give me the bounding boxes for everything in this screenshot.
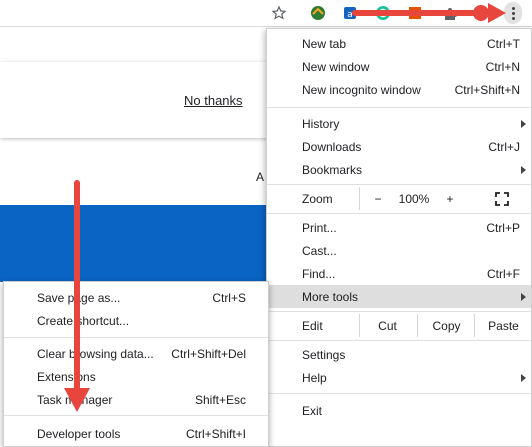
extension-icon-3[interactable] (374, 4, 392, 22)
menu-item-label: New window (302, 59, 370, 74)
menu-item-label: Developer tools (37, 426, 121, 441)
star-icon[interactable] (270, 4, 288, 22)
menu-item-label: Downloads (302, 139, 362, 154)
menu-item-history[interactable]: History (267, 112, 531, 135)
menu-item-label: More tools (302, 289, 359, 304)
menu-item-shortcut: Ctrl+N (485, 59, 520, 74)
menu-item-downloads[interactable]: Downloads Ctrl+J (267, 135, 531, 158)
menu-item-label: Task manager (37, 392, 113, 407)
zoom-level: 100% (398, 191, 430, 206)
menu-item-label: Edit (302, 318, 323, 333)
menu-item-label: Print... (302, 220, 337, 235)
menu-item-task-manager[interactable]: Task manager Shift+Esc (4, 388, 268, 411)
menu-item-help[interactable]: Help (267, 366, 531, 389)
menu-separator (267, 184, 531, 185)
no-thanks-link[interactable]: No thanks (184, 93, 243, 108)
menu-separator (267, 393, 531, 394)
menu-item-shortcut: Ctrl+F (487, 266, 520, 281)
menu-item-bookmarks[interactable]: Bookmarks (267, 158, 531, 181)
menu-item-label: Find... (302, 266, 336, 281)
menu-separator (267, 107, 531, 108)
menu-item-new-incognito[interactable]: New incognito window Ctrl+Shift+N (267, 78, 531, 101)
zoom-out-button[interactable]: − (363, 187, 393, 210)
menu-item-shortcut: Ctrl+Shift+N (454, 82, 520, 97)
menu-separator (267, 340, 531, 341)
menu-item-save-page[interactable]: Save page as... Ctrl+S (4, 286, 268, 309)
puzzle-icon[interactable] (441, 4, 459, 22)
menu-item-label: Save page as... (37, 290, 121, 305)
extension-icon-4[interactable] (406, 4, 424, 22)
menu-separator (267, 311, 531, 312)
browser-toolbar: a (0, 0, 532, 27)
menu-item-shortcut: Ctrl+Shift+Del (171, 346, 246, 361)
copy-button[interactable]: Copy (417, 314, 475, 337)
zoom-in-button[interactable]: + (435, 187, 465, 210)
menu-item-new-tab[interactable]: New tab Ctrl+T (267, 32, 531, 55)
menu-item-shortcut: Ctrl+P (486, 220, 520, 235)
fullscreen-icon[interactable] (479, 187, 525, 210)
menu-item-label: Exit (302, 403, 323, 418)
menu-item-cast[interactable]: Cast... (267, 239, 531, 262)
submenu-arrow-icon (521, 292, 526, 301)
menu-row-zoom: Zoom − 100% + (267, 187, 531, 210)
menu-separator (267, 213, 531, 214)
menu-item-print[interactable]: Print... Ctrl+P (267, 216, 531, 239)
menu-item-label: Settings (302, 347, 346, 362)
menu-item-more-tools[interactable]: More tools (267, 285, 531, 308)
menu-item-label: Zoom (302, 191, 333, 206)
more-vert-icon[interactable] (504, 2, 522, 24)
cut-button[interactable]: Cut (359, 314, 416, 337)
menu-item-exit[interactable]: Exit (267, 399, 531, 422)
menu-item-label: New incognito window (302, 82, 421, 97)
menu-item-shortcut: Ctrl+T (487, 36, 520, 51)
menu-item-clear-browsing-data[interactable]: Clear browsing data... Ctrl+Shift+Del (4, 342, 268, 365)
page-text-fragment: A (256, 170, 265, 184)
chrome-main-menu: New tab Ctrl+T New window Ctrl+N New inc… (266, 28, 532, 447)
menu-item-label: Clear browsing data... (37, 346, 154, 361)
svg-text:a: a (347, 10, 353, 20)
menu-item-shortcut: Shift+Esc (194, 392, 246, 407)
menu-separator (4, 415, 268, 416)
extension-icon-1[interactable] (309, 4, 327, 22)
more-tools-submenu: Save page as... Ctrl+S Create shortcut..… (3, 281, 269, 447)
menu-item-shortcut: Ctrl+S (212, 290, 246, 305)
menu-item-shortcut: Ctrl+Shift+I (185, 426, 246, 441)
menu-item-create-shortcut[interactable]: Create shortcut... (4, 309, 268, 332)
menu-item-find[interactable]: Find... Ctrl+F (267, 262, 531, 285)
menu-item-new-window[interactable]: New window Ctrl+N (267, 55, 531, 78)
extension-icon-2[interactable]: a (341, 4, 359, 22)
menu-item-label: History (302, 116, 340, 131)
submenu-arrow-icon (521, 165, 526, 174)
menu-row-edit: Edit Cut Copy Paste (267, 314, 531, 337)
submenu-arrow-icon (521, 119, 526, 128)
menu-item-label: Cast... (302, 243, 337, 258)
menu-item-label: Create shortcut... (37, 313, 130, 328)
menu-item-label: New tab (302, 36, 347, 51)
menu-item-label: Help (302, 370, 327, 385)
menu-separator (4, 337, 268, 338)
submenu-arrow-icon (521, 373, 526, 382)
page-banner (0, 205, 268, 282)
paste-button[interactable]: Paste (474, 314, 532, 337)
menu-item-label: Bookmarks (302, 162, 363, 177)
avatar-icon[interactable] (472, 4, 490, 22)
menu-item-label: Extensions (37, 369, 96, 384)
menu-item-shortcut: Ctrl+J (488, 139, 520, 154)
menu-item-settings[interactable]: Settings (267, 343, 531, 366)
menu-item-extensions[interactable]: Extensions (4, 365, 268, 388)
menu-item-developer-tools[interactable]: Developer tools Ctrl+Shift+I (4, 422, 268, 445)
